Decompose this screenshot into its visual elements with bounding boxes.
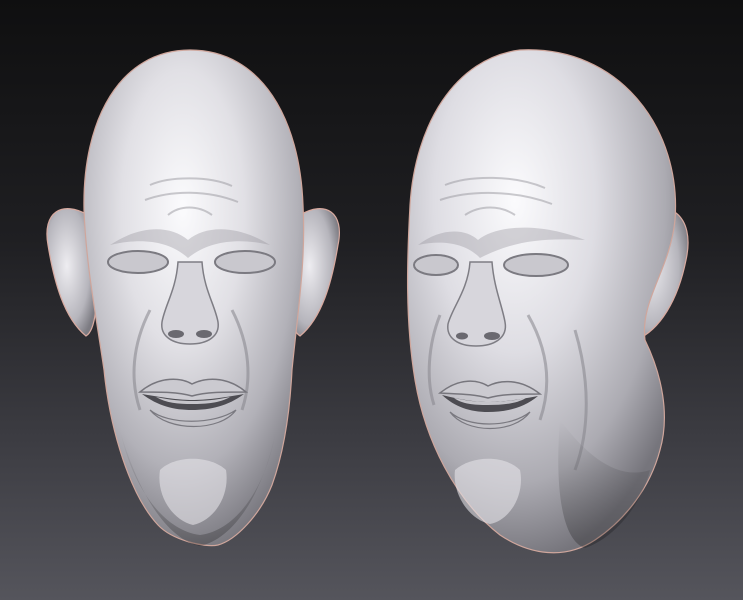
left-eye [107,250,169,274]
render-viewport [0,0,743,600]
near-eye [503,253,569,277]
right-nostril [196,330,212,338]
left-nostril [168,330,184,338]
far-nostril [456,332,468,340]
right-eye [214,250,276,274]
head-front-view [46,49,340,547]
near-nostril [484,332,500,340]
sculpt-render [46,49,689,554]
head-three-quarter-view [406,49,689,554]
far-eye [413,254,459,276]
